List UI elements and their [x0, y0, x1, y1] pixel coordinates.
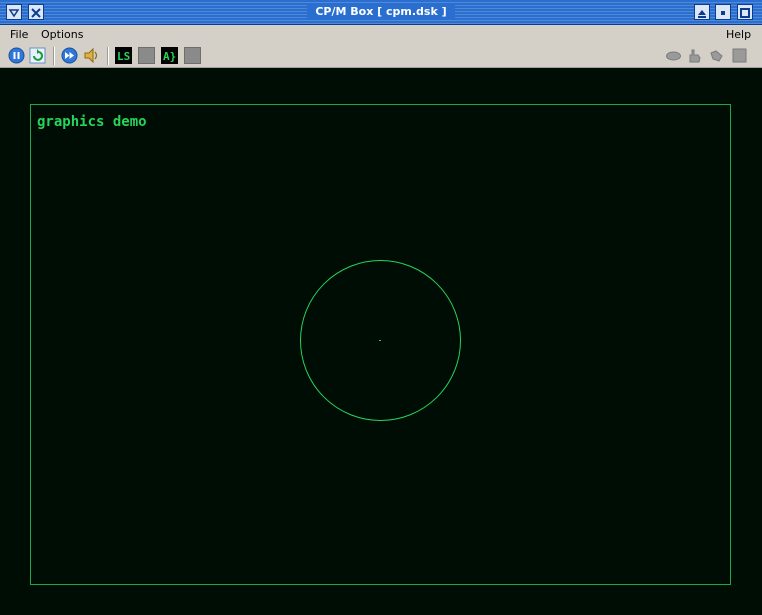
menu-help[interactable]: Help [726, 28, 751, 41]
maximize-icon [740, 8, 750, 18]
reset-button[interactable] [29, 47, 46, 64]
sound-button[interactable] [83, 47, 100, 64]
plug-button[interactable] [708, 47, 725, 64]
disk-icon [666, 51, 681, 61]
settings-button[interactable] [731, 47, 748, 64]
menu-options[interactable]: Options [41, 28, 83, 41]
emulator-screen[interactable]: graphics demo [0, 68, 762, 615]
ls-button[interactable]: LS [115, 47, 132, 64]
drive-a-button[interactable]: A} [161, 47, 178, 64]
window-title: CP/M Box [ cpm.dsk ] [0, 5, 762, 18]
hand-icon [689, 49, 701, 63]
minimize-button[interactable] [715, 4, 731, 20]
plug-icon [710, 50, 723, 62]
menu-bar: File Options Help [0, 25, 762, 44]
blank-button[interactable] [138, 47, 155, 64]
maximize-button[interactable] [737, 4, 753, 20]
square-icon [732, 48, 747, 63]
menu-file[interactable]: File [10, 28, 28, 41]
blank-button-2[interactable] [184, 47, 201, 64]
shade-button[interactable] [694, 4, 710, 20]
fast-forward-icon [61, 47, 78, 64]
disk-1-button[interactable] [665, 47, 682, 64]
minimize-icon [721, 11, 725, 15]
hand-button[interactable] [686, 47, 703, 64]
drive-a-icon: A} [163, 50, 176, 63]
title-bar: CP/M Box [ cpm.dsk ] [0, 0, 762, 25]
screen-text: graphics demo [37, 114, 147, 130]
toolbar-separator [53, 47, 55, 65]
shade-icon [698, 10, 706, 18]
ls-label: LS [117, 50, 130, 63]
ls-icon: LS [117, 50, 130, 63]
toolbar: LS A} [0, 44, 762, 68]
center-dot [379, 340, 381, 341]
fast-forward-button[interactable] [61, 47, 78, 64]
speaker-icon [84, 47, 98, 64]
toolbar-separator [107, 47, 109, 65]
pause-icon [8, 47, 25, 64]
pause-button[interactable] [8, 47, 25, 64]
drive-a-label: A} [163, 50, 176, 63]
refresh-icon [29, 47, 46, 64]
